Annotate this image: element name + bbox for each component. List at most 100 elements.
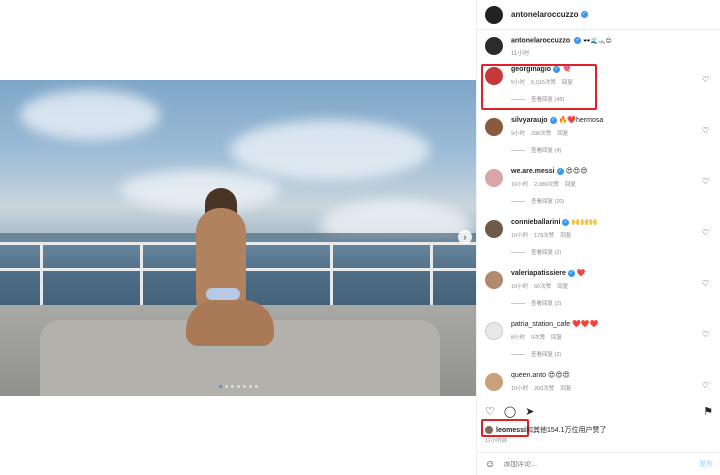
comment-like-count[interactable]: 2,089次赞	[534, 182, 559, 188]
view-replies-button[interactable]: 查看回复 (48)	[511, 95, 713, 103]
post-photo[interactable]	[0, 80, 476, 396]
comment-item: patria_station_cafe ❤️❤️❤️ 8小时 9次赞 回复 查看回复 …	[485, 316, 713, 367]
carousel-dot	[237, 385, 240, 388]
share-send-icon[interactable]: ➤	[525, 405, 534, 418]
reply-button[interactable]: 回复	[560, 233, 571, 239]
comment-like-count[interactable]: 60次赞	[534, 284, 551, 290]
comment-text: 😍😍😍	[565, 168, 588, 175]
verified-badge-icon: ✓	[574, 37, 582, 44]
post-timestamp: 11小时前	[485, 438, 508, 444]
comment-username[interactable]: silvyaraujo	[511, 117, 548, 124]
verified-badge-icon: ✓	[567, 269, 575, 277]
view-replies-button[interactable]: 查看回复 (2)	[511, 248, 713, 256]
comment-avatar[interactable]	[485, 271, 503, 289]
liker-avatar[interactable]	[485, 426, 493, 434]
person-swimsuit	[206, 288, 240, 300]
post-header: antonelaroccuzzo ✓	[477, 0, 720, 30]
verified-badge-icon: ✓	[580, 11, 588, 18]
comment-avatar[interactable]	[485, 220, 503, 238]
carousel-dots	[219, 385, 258, 388]
caption-text: 🕶️🌊🛥️😌	[583, 38, 612, 45]
reply-button[interactable]: 回复	[565, 182, 576, 188]
comment-like-count[interactable]: 5,015次赞	[531, 80, 556, 86]
comment-time: 10小时	[511, 182, 529, 188]
likes-count-text[interactable]: 和其他154.1万位用户赞了	[526, 425, 607, 435]
verified-badge-icon: ✓	[553, 65, 561, 73]
carousel-next-button[interactable]: ›	[458, 230, 472, 244]
like-comment-heart-icon[interactable]: ♡	[702, 381, 709, 390]
comment-username[interactable]: we.are.messi	[511, 168, 555, 175]
comment-avatar[interactable]	[485, 169, 503, 187]
like-comment-heart-icon[interactable]: ♡	[702, 330, 709, 339]
reply-button[interactable]: 回复	[560, 386, 571, 392]
comment-like-count[interactable]: 206次赞	[534, 386, 554, 392]
view-replies-button[interactable]: 查看回复 (20)	[511, 197, 713, 205]
carousel-dot	[225, 385, 228, 388]
like-comment-heart-icon[interactable]: ♡	[702, 279, 709, 288]
comment-item: silvyaraujo ✓ 🔥❤️hermosa 9小时 298次赞 回复 查看回复 (…	[485, 112, 713, 163]
caption-avatar[interactable]	[485, 37, 503, 55]
cloud-shape	[230, 120, 430, 180]
comment-item: connieballarini ✓ 🙌🙌🙌 10小时 178次赞 回复 查看回复 (2)…	[485, 214, 713, 265]
comment-time: 10小时	[511, 284, 529, 290]
carousel-dot	[219, 385, 222, 388]
reply-button[interactable]: 回复	[557, 284, 568, 290]
comment-body: connieballarini ✓ 🙌🙌🙌 10小时 178次赞 回复 查看回复 (2)	[511, 218, 713, 265]
comment-body: queen.anto 😍😍😍 10小时 206次赞 回复	[511, 371, 713, 397]
person-legs	[186, 300, 274, 346]
caption-username[interactable]: antonelaroccuzzo	[511, 37, 570, 44]
save-bookmark-icon[interactable]: ⚑	[703, 405, 713, 418]
comment-meta: 5小时 5,015次赞 回复	[511, 78, 713, 86]
author-avatar[interactable]	[485, 5, 503, 24]
comment-avatar[interactable]	[485, 118, 503, 136]
comment-body: valeriapatissiere ✓ ❤️ 10小时 60次赞 回复 查看回复 (2)	[511, 269, 713, 316]
comment-username[interactable]: georginagio	[511, 66, 551, 73]
comment-like-count[interactable]: 298次赞	[531, 131, 551, 137]
liker-username[interactable]: leomessi	[496, 427, 526, 434]
replies-divider	[511, 251, 525, 253]
cloud-shape	[120, 170, 280, 210]
replies-divider	[511, 353, 525, 355]
like-comment-heart-icon[interactable]: ♡	[702, 228, 709, 237]
view-replies-button[interactable]: 查看回复 (2)	[511, 299, 713, 307]
author-username[interactable]: antonelaroccuzzo	[511, 10, 579, 19]
comment-time: 10小时	[511, 233, 529, 239]
comment-avatar[interactable]	[485, 373, 503, 391]
add-comment-bar: ☺ 发布	[477, 452, 720, 475]
comment-text: ❤️❤️❤️	[572, 321, 599, 328]
reply-button[interactable]: 回复	[557, 131, 568, 137]
comment-body: we.are.messi ✓ 😍😍😍 10小时 2,089次赞 回复 查看回复 (20)	[511, 167, 713, 214]
verified-badge-icon: ✓	[549, 116, 557, 124]
carousel-dot	[249, 385, 252, 388]
comment-avatar[interactable]	[485, 67, 503, 85]
comment-avatar[interactable]	[485, 322, 503, 340]
emoji-smiley-icon[interactable]: ☺	[485, 459, 495, 470]
comment-item: georginagio ✓ 💘 5小时 5,015次赞 回复 查看回复 (48) ♡	[485, 61, 713, 112]
view-replies-button[interactable]: 查看回复 (4)	[511, 146, 713, 154]
comments-list[interactable]: antonelaroccuzzo ✓ 🕶️🌊🛥️😌 11小时 georginag…	[477, 31, 720, 397]
likes-summary: leomessi 和其他154.1万位用户赞了	[485, 425, 607, 435]
verified-badge-icon: ✓	[562, 218, 570, 226]
comment-username[interactable]: patria_station_cafe	[511, 321, 570, 328]
post-caption: antonelaroccuzzo ✓ 🕶️🌊🛥️😌 11小时	[485, 31, 713, 61]
reply-button[interactable]: 回复	[562, 80, 573, 86]
like-heart-icon[interactable]: ♡	[485, 405, 495, 418]
replies-divider	[511, 302, 525, 304]
comment-input[interactable]	[503, 460, 699, 468]
comment-username[interactable]: queen.anto	[511, 372, 546, 379]
comment-like-count[interactable]: 178次赞	[534, 233, 554, 239]
comment-time: 5小时	[511, 80, 526, 86]
comment-meta: 10小时 178次赞 回复	[511, 231, 713, 239]
comment-time: 10小时	[511, 386, 529, 392]
reply-button[interactable]: 回复	[551, 335, 562, 341]
like-comment-heart-icon[interactable]: ♡	[702, 75, 709, 84]
post-comment-button[interactable]: 发布	[699, 459, 713, 469]
comment-username[interactable]: connieballarini	[511, 219, 560, 226]
like-comment-heart-icon[interactable]: ♡	[702, 126, 709, 135]
view-replies-button[interactable]: 查看回复 (2)	[511, 350, 713, 358]
comment-bubble-icon[interactable]: ◯	[504, 405, 516, 418]
comment-like-count[interactable]: 9次赞	[531, 335, 545, 341]
like-comment-heart-icon[interactable]: ♡	[702, 177, 709, 186]
comment-username[interactable]: valeriapatissiere	[511, 270, 566, 277]
rail-post	[140, 242, 143, 312]
